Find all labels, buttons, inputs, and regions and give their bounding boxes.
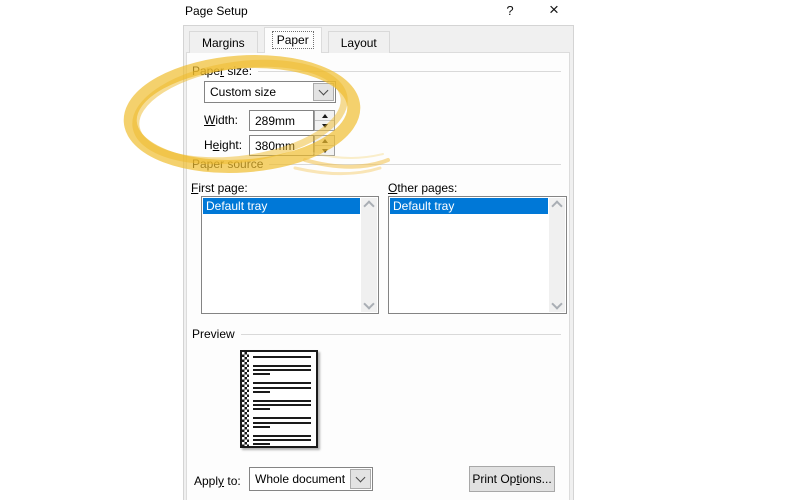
height-spin-up-button[interactable] xyxy=(315,136,334,145)
spin-up-icon xyxy=(321,113,328,118)
tab-strip: Margins Paper Layout xyxy=(189,27,390,53)
preview-text-line xyxy=(253,386,311,389)
help-icon: ? xyxy=(506,2,514,18)
print-options-button[interactable]: Print Options... xyxy=(469,466,555,492)
preview-text-line xyxy=(253,417,311,420)
chevron-down-icon xyxy=(318,85,329,96)
scrollbar[interactable] xyxy=(361,198,377,312)
paper-tab-page: Paper size: Custom size Width: 289mm Hei… xyxy=(186,52,570,500)
close-icon: × xyxy=(549,0,559,19)
preview-text-line xyxy=(253,399,311,402)
list-item[interactable]: Default tray xyxy=(203,198,360,214)
preview-text-line xyxy=(253,443,271,446)
apply-to-select[interactable]: Whole document xyxy=(249,467,373,491)
paper-size-select[interactable]: Custom size xyxy=(204,81,336,103)
paper-source-group-label: Paper source xyxy=(192,157,264,171)
preview-text-line xyxy=(253,364,311,367)
spin-down-icon xyxy=(321,123,328,128)
preview-text-line xyxy=(253,404,311,407)
paper-size-group-label: Paper size: xyxy=(192,64,253,78)
preview-text-line xyxy=(253,425,271,428)
preview-text-line xyxy=(253,373,271,376)
width-spinner xyxy=(314,110,335,131)
tab-label: Margins xyxy=(202,36,245,50)
spin-up-icon xyxy=(321,138,328,143)
preview-group-label: Preview xyxy=(192,327,235,341)
scroll-down-icon[interactable] xyxy=(363,298,375,310)
tab-layout[interactable]: Layout xyxy=(327,31,390,53)
preview-text-line xyxy=(253,434,311,437)
paper-source-group-header: Paper source xyxy=(192,157,561,171)
spin-down-icon xyxy=(321,148,328,153)
tab-label: Layout xyxy=(340,36,377,50)
first-page-list-items: Default tray xyxy=(203,198,360,312)
tab-paper[interactable]: Paper xyxy=(263,27,322,53)
preview-text-line xyxy=(253,369,311,372)
preview-text-line xyxy=(253,356,311,358)
height-input[interactable]: 380mm xyxy=(249,135,314,156)
page-setup-dialog: Page Setup ? × Margins Paper Layout Paper … xyxy=(0,0,801,500)
preview-text-line xyxy=(253,421,311,424)
scroll-up-icon[interactable] xyxy=(363,200,375,212)
list-item[interactable]: Default tray xyxy=(390,198,548,214)
width-spin-down-button[interactable] xyxy=(315,120,334,130)
preview-text-line xyxy=(253,439,311,442)
print-options-button-label: Print Options... xyxy=(472,472,552,486)
paper-size-select-value: Custom size xyxy=(210,85,277,99)
first-page-listbox[interactable]: Default tray xyxy=(201,196,379,314)
height-spinner xyxy=(314,135,335,156)
tab-margins[interactable]: Margins xyxy=(189,31,258,53)
preview-text-lines xyxy=(253,356,311,448)
other-pages-listbox[interactable]: Default tray xyxy=(388,196,567,314)
preview-text-line xyxy=(253,408,271,411)
binding-spiral-graphic xyxy=(242,352,249,446)
scroll-down-icon[interactable] xyxy=(551,298,563,310)
group-divider-line xyxy=(240,334,561,335)
height-value: 380mm xyxy=(255,138,296,153)
height-label: Height: xyxy=(204,138,243,152)
width-input[interactable]: 289mm xyxy=(249,110,314,131)
preview-group-header: Preview xyxy=(192,327,561,341)
paper-size-group-header: Paper size: xyxy=(192,64,561,78)
tab-label: Paper xyxy=(271,31,314,49)
other-pages-list-items: Default tray xyxy=(390,198,548,312)
group-divider-line xyxy=(269,164,561,165)
width-value: 289mm xyxy=(255,113,296,128)
other-pages-label: Other pages: xyxy=(388,181,458,195)
first-page-label: First page: xyxy=(191,181,248,195)
apply-to-select-value: Whole document xyxy=(255,472,346,486)
apply-to-select-dropdown-button[interactable] xyxy=(350,469,371,489)
dialog-title: Page Setup xyxy=(185,4,248,18)
scrollbar[interactable] xyxy=(549,198,565,312)
height-spin-down-button[interactable] xyxy=(315,145,334,155)
width-label: Width: xyxy=(204,113,239,127)
scroll-up-icon[interactable] xyxy=(551,200,563,212)
help-button[interactable]: ? xyxy=(501,1,519,19)
close-button[interactable]: × xyxy=(545,0,563,19)
preview-text-line xyxy=(253,382,311,385)
apply-to-label: Apply to: xyxy=(194,474,241,488)
width-spin-up-button[interactable] xyxy=(315,111,334,120)
preview-text-line xyxy=(253,390,271,393)
chevron-down-icon xyxy=(355,472,366,483)
paper-size-select-dropdown-button[interactable] xyxy=(313,83,334,101)
group-divider-line xyxy=(258,71,561,72)
preview-page-graphic xyxy=(240,350,318,448)
